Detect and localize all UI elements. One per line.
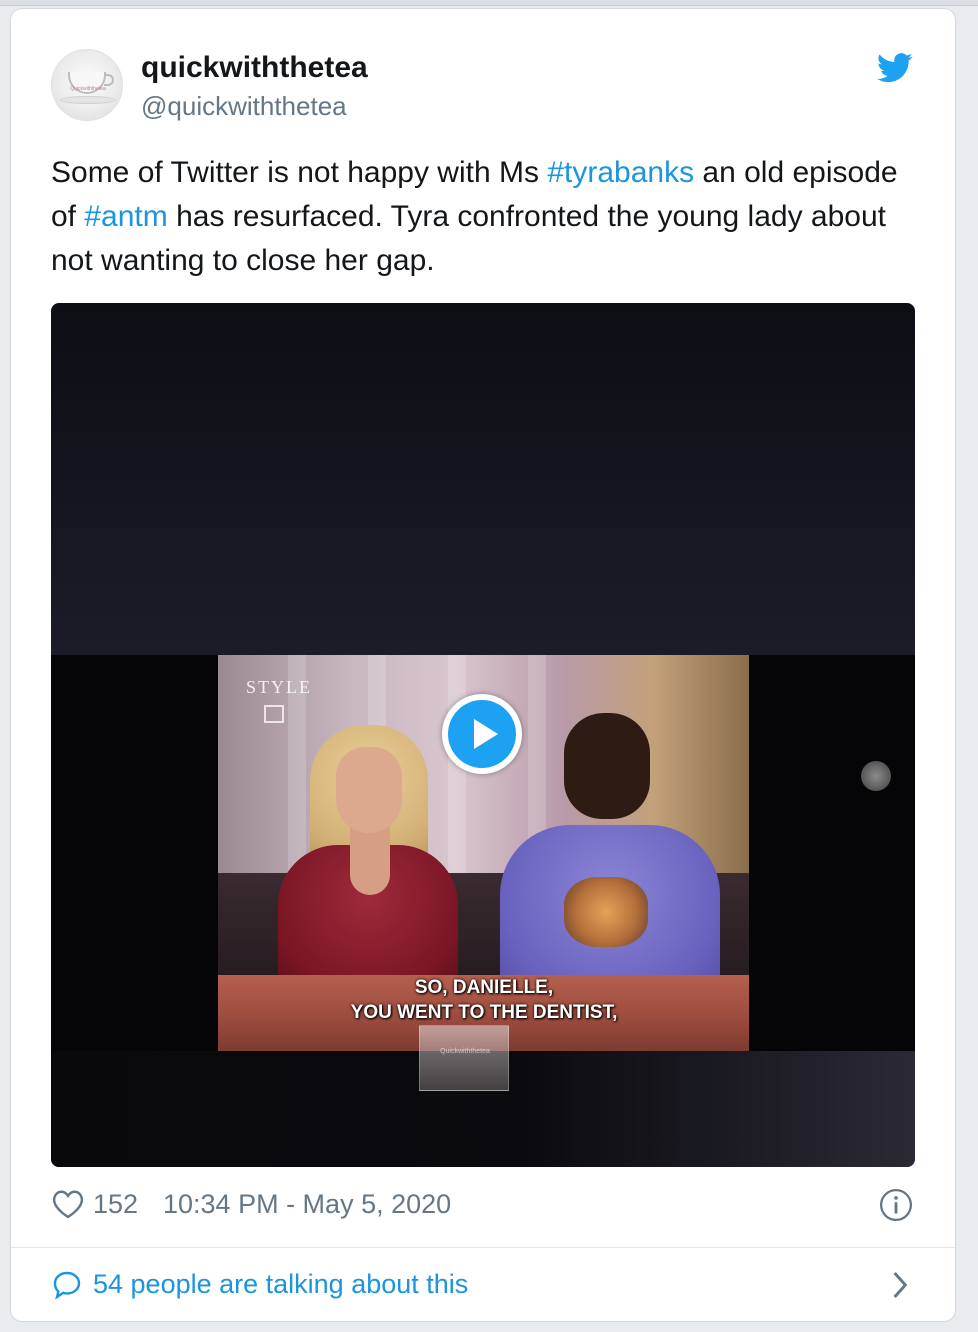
conversation-link[interactable]: 54 people are talking about this [51, 1267, 921, 1307]
user-handle[interactable]: @quickwiththetea [141, 91, 347, 122]
tweet-meta-row: 152 10:34 PM - May 5, 2020 [51, 1185, 921, 1225]
play-button-circle [448, 700, 516, 768]
person-left-face [336, 747, 402, 833]
shirt-tiger-print [564, 877, 648, 947]
tweet-text: Some of Twitter is not happy with Ms #ty… [51, 151, 921, 283]
video-player[interactable]: STYLE SO, DANIELLE, YOU WENT TO THE DENT… [51, 303, 915, 1167]
avatar-label: Quickwiththetea [70, 86, 106, 92]
conversation-label[interactable]: 54 people are talking about this [93, 1269, 468, 1300]
avatar[interactable]: Quickwiththetea [51, 49, 123, 121]
speech-bubble-icon [53, 1271, 81, 1300]
watermark-text: Quickwiththetea [440, 1048, 490, 1055]
watermark: Quickwiththetea [419, 1025, 509, 1091]
teacup-handle-shape [104, 74, 114, 86]
person-left-neck [350, 825, 390, 895]
heart-icon[interactable] [51, 1189, 85, 1219]
play-button[interactable] [442, 694, 522, 774]
saucer-shape [60, 96, 116, 104]
channel-logo-box [264, 705, 284, 723]
like-count[interactable]: 152 [93, 1189, 138, 1220]
twitter-bird-icon[interactable] [877, 53, 913, 83]
hashtag-antm[interactable]: #antm [84, 200, 167, 233]
divider [11, 1247, 955, 1248]
hashtag-tyrabanks[interactable]: #tyrabanks [547, 156, 694, 189]
tweet-card: Quickwiththetea quickwiththetea @quickwi… [10, 8, 956, 1322]
channel-logo: STYLE [246, 677, 312, 697]
browser-top-strip [0, 0, 978, 6]
info-icon[interactable] [879, 1188, 913, 1222]
video-subtitle: SO, DANIELLE, YOU WENT TO THE DENTIST, [278, 975, 690, 1025]
subtitle-line-2: YOU WENT TO THE DENTIST, [350, 1002, 618, 1023]
subtitle-line-1: SO, DANIELLE, [414, 977, 554, 998]
tweet-text-part: Some of Twitter is not happy with Ms [51, 156, 548, 189]
curtain-fold [448, 655, 466, 895]
display-name[interactable]: quickwiththetea [141, 51, 368, 85]
play-icon [474, 719, 498, 749]
chevron-right-icon[interactable] [889, 1269, 911, 1301]
tweet-timestamp[interactable]: 10:34 PM - May 5, 2020 [163, 1189, 451, 1220]
person-right-face [564, 713, 650, 819]
tweet-text-part: has resurfaced. Tyra confronted the youn… [51, 200, 886, 277]
video-overlay-dot [861, 761, 891, 791]
